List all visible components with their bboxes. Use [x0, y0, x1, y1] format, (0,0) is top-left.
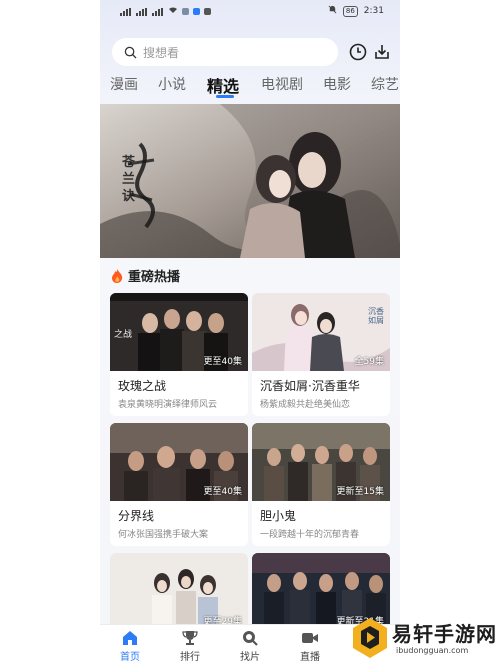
nav-label: 找片 — [240, 652, 260, 663]
mute-bell-icon — [328, 5, 337, 17]
site-watermark: 易轩手游网 ibudongguan.com — [350, 612, 500, 666]
show-subtitle: 袁泉黄晓明演绎律师风云 — [118, 400, 218, 410]
show-title: 沉香如屑·沉香重华 — [260, 379, 360, 393]
show-card-1[interactable]: 之战 更至40集 玫瑰之战 袁泉黄晓明演绎律师风云 — [110, 293, 248, 416]
app-notification-icon — [182, 8, 189, 15]
search-icon — [124, 46, 137, 59]
nav-label: 排行 — [180, 652, 200, 663]
tab-variety[interactable]: 综艺 — [371, 74, 399, 94]
episode-badge: 更至40集 — [203, 357, 242, 367]
show-card-3[interactable]: 更至40集 分界线 何冰张国强携手破大案 — [110, 423, 248, 546]
nav-label: 直播 — [300, 652, 320, 663]
clock-icon — [349, 43, 367, 61]
show-title: 胆小鬼 — [260, 509, 297, 523]
show-subtitle: 杨紫成毅共赴绝美仙恋 — [260, 400, 351, 410]
nav-ranking[interactable]: 排行 — [170, 629, 210, 663]
tab-featured[interactable]: 精选 — [207, 73, 239, 97]
battery-icon: 86 — [342, 5, 358, 17]
trophy-icon — [182, 631, 198, 645]
wifi-icon — [168, 6, 178, 17]
download-button[interactable] — [372, 42, 392, 62]
episode-badge: 更新至15集 — [336, 487, 384, 497]
tab-novels[interactable]: 小说 — [158, 74, 186, 94]
episode-badge: 全59集 — [354, 357, 384, 367]
show-thumbnail: 沉香如屑 全59集 — [252, 293, 390, 371]
search-icon — [243, 631, 258, 646]
nav-live[interactable]: 直播 — [290, 629, 330, 663]
banner-artwork — [100, 104, 400, 258]
section-title: 重磅热播 — [128, 270, 181, 285]
show-card-2[interactable]: 沉香如屑 全59集 沉香如屑·沉香重华 杨紫成毅共赴绝美仙恋 — [252, 293, 390, 416]
thumbnail-text: 之战 — [114, 330, 133, 340]
section-header: 重磅热播 — [110, 266, 180, 285]
episode-badge: 更至40集 — [203, 487, 242, 497]
show-subtitle: 何冰张国强携手破大案 — [118, 530, 209, 540]
show-thumbnail: 之战 更至40集 — [110, 293, 248, 371]
show-card-4[interactable]: 更新至15集 胆小鬼 一段跨越十年的沉郁青春 — [252, 423, 390, 546]
show-title: 分界线 — [118, 509, 155, 523]
watermark-title: 易轩手游网 — [392, 622, 497, 646]
home-icon — [123, 631, 137, 645]
watermark-url: ibudongguan.com — [396, 646, 469, 655]
signal-icon-2 — [136, 7, 148, 16]
category-tabs: 漫画 小说 精选 电视剧 电影 综艺 — [100, 74, 400, 102]
app-notification-icon-2 — [193, 8, 200, 15]
status-icons-right: 86 2:31 — [328, 5, 384, 17]
fire-icon — [112, 268, 123, 283]
app-screen: 86 2:31 搜想看 漫画 小说 精选 电视剧 电影 综艺 苍兰诀 重磅热播 … — [100, 0, 400, 666]
show-subtitle: 一段跨越十年的沉郁青春 — [260, 530, 360, 540]
history-button[interactable] — [348, 42, 368, 62]
signal-icon-3 — [152, 7, 164, 16]
show-title: 玫瑰之战 — [118, 379, 167, 393]
tab-comics[interactable]: 漫画 — [110, 74, 138, 94]
nav-find[interactable]: 找片 — [230, 629, 270, 663]
show-thumbnail: 更至29集 — [110, 553, 248, 631]
watermark-logo-icon — [353, 618, 387, 658]
status-bar: 86 2:31 — [100, 0, 400, 24]
tab-movies[interactable]: 电影 — [323, 74, 351, 94]
show-thumbnail: 更至40集 — [110, 423, 248, 501]
nav-label: 首页 — [120, 652, 140, 663]
show-card-5[interactable]: 更至29集 — [110, 553, 248, 631]
nav-home[interactable]: 首页 — [110, 629, 150, 663]
app-notification-icon-3 — [204, 8, 211, 15]
tab-tv-series[interactable]: 电视剧 — [261, 74, 303, 94]
download-icon — [375, 45, 389, 59]
clock-time: 2:31 — [363, 6, 384, 16]
status-icons-left — [120, 6, 211, 17]
show-thumbnail: 更新至15集 — [252, 423, 390, 501]
signal-icon — [120, 7, 132, 16]
video-icon — [302, 633, 318, 643]
search-input[interactable]: 搜想看 — [112, 38, 338, 66]
banner-calligraphy: 苍兰诀 — [122, 155, 136, 204]
featured-banner[interactable]: 苍兰诀 — [100, 104, 400, 258]
thumbnail-text: 沉香如屑 — [368, 307, 384, 325]
active-tab-indicator — [216, 95, 234, 98]
search-placeholder: 搜想看 — [143, 45, 180, 60]
